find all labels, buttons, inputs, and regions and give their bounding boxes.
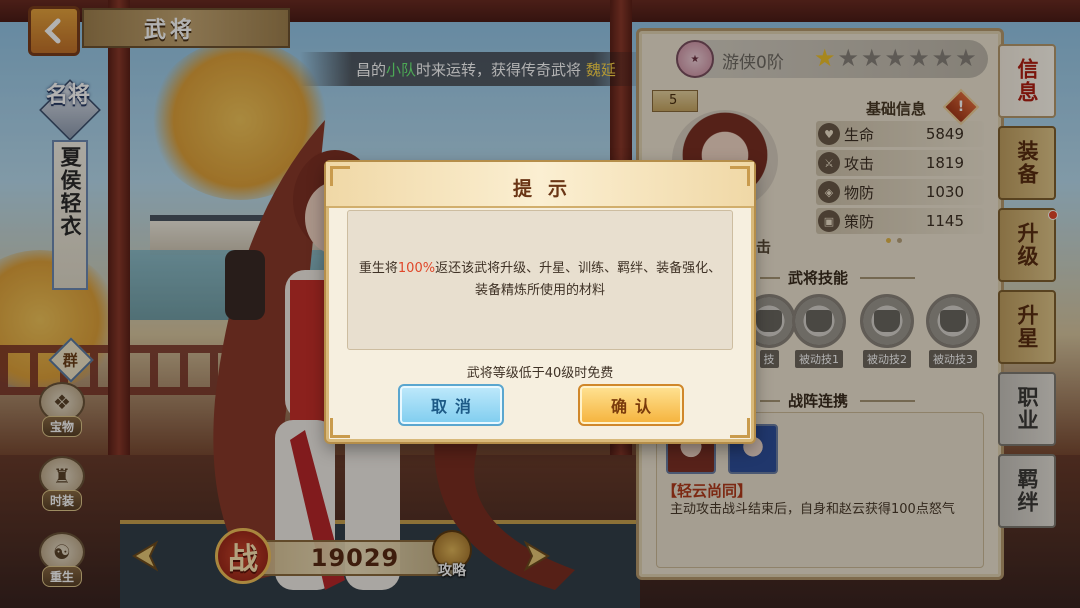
corner-ornament bbox=[330, 418, 350, 438]
message-text: 重生将 bbox=[358, 261, 398, 276]
confirm-button[interactable]: 确认 bbox=[578, 384, 684, 426]
message-percent: 100% bbox=[397, 261, 436, 276]
dialog-title: 提示 bbox=[512, 178, 583, 200]
dialog-message: 重生将100%返还该武将升级、升星、训练、羁绊、装备强化、 装备精炼所使用的材料 bbox=[359, 258, 721, 302]
cancel-button[interactable]: 取消 bbox=[398, 384, 504, 426]
message-text-line2: 装备精炼所使用的材料 bbox=[474, 283, 605, 298]
dialog-message-box: 重生将100%返还该武将升级、升星、训练、羁绊、装备强化、 装备精炼所使用的材料 bbox=[347, 210, 733, 350]
message-text: 返还该武将升级、升星、训练、羁绊、装备强化、 bbox=[435, 261, 722, 276]
corner-ornament bbox=[730, 418, 750, 438]
dialog-free-note: 武将等级低于40级时免费 bbox=[466, 366, 614, 381]
